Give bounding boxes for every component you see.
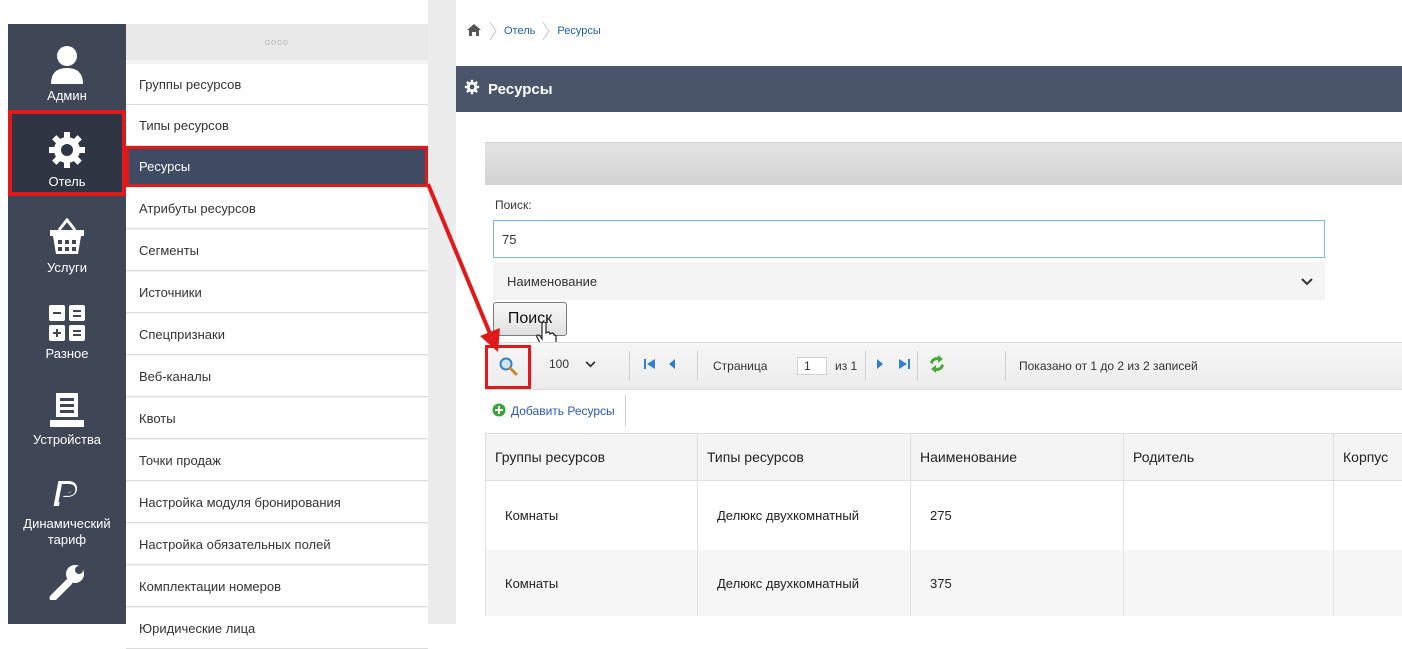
- home-icon[interactable]: [466, 23, 482, 40]
- breadcrumb-separator-icon: [541, 21, 551, 41]
- magnifier-icon: [498, 356, 518, 379]
- column-header[interactable]: Корпус: [1334, 434, 1402, 481]
- wrench-icon: [49, 564, 85, 600]
- rail-label: Услуги: [47, 260, 87, 276]
- pager-divider: [917, 351, 918, 381]
- breadcrumb-separator-icon: [488, 21, 498, 41]
- rail-item-hotel[interactable]: Отель: [8, 110, 126, 196]
- submenu-item[interactable]: Сегменты: [126, 230, 428, 271]
- table-cell: 375: [911, 550, 1124, 616]
- table-cell: Комнаты: [486, 481, 698, 551]
- rail-label: Админ: [47, 88, 87, 104]
- grid-pager: 100 Страница 1 из 1 Показано от 1 до 2 и…: [485, 342, 1402, 390]
- p-logo-icon: PP: [49, 474, 85, 512]
- search-input[interactable]: [493, 220, 1325, 258]
- table-header-row: Группы ресурсов Типы ресурсов Наименован…: [486, 434, 1402, 481]
- submenu-resize-handle[interactable]: oooo: [126, 24, 428, 60]
- table-cell: [1124, 550, 1334, 616]
- add-resource-button[interactable]: Добавить Ресурсы: [485, 395, 626, 427]
- resources-table: Группы ресурсов Типы ресурсов Наименован…: [485, 433, 1402, 616]
- rail-label: Разное: [46, 346, 89, 362]
- basket-icon: [47, 218, 87, 256]
- submenu-item[interactable]: Источники: [126, 272, 428, 313]
- rail-label: Устройства: [33, 432, 101, 448]
- main-nav-rail: Админ Отель Услуги Разное Устройства PP …: [8, 24, 126, 624]
- next-page-icon[interactable]: [875, 357, 885, 374]
- submenu-item-active[interactable]: Ресурсы: [126, 146, 428, 187]
- submenu-item[interactable]: Атрибуты ресурсов: [126, 188, 428, 229]
- breadcrumb-item-hotel[interactable]: Отель: [504, 25, 535, 37]
- printer-icon: [49, 392, 85, 428]
- rail-item-devices[interactable]: Устройства: [8, 368, 126, 454]
- pager-divider: [865, 351, 866, 381]
- page-size-select[interactable]: 100: [549, 357, 596, 371]
- pager-divider: [629, 351, 630, 381]
- rail-item-services[interactable]: Услуги: [8, 196, 126, 282]
- table-cell: Делюкс двухкомнатный: [698, 550, 911, 616]
- gear-icon: [47, 130, 87, 170]
- breadcrumb: Отель Ресурсы: [456, 16, 1402, 46]
- add-resource-label: Добавить Ресурсы: [511, 404, 615, 418]
- submenu-item[interactable]: Группы ресурсов: [126, 64, 428, 105]
- submenu-item[interactable]: Настройка модуля бронирования: [126, 482, 428, 523]
- table-cell: [1334, 550, 1402, 616]
- add-circle-icon: [492, 403, 506, 420]
- pager-search-button[interactable]: [485, 345, 531, 389]
- panel-splitter[interactable]: [428, 0, 456, 624]
- chevron-down-icon: [585, 361, 596, 368]
- search-field-value: Наименование: [507, 274, 597, 289]
- breadcrumb-item-resources[interactable]: Ресурсы: [557, 25, 600, 37]
- table-cell: Комнаты: [486, 550, 698, 616]
- column-header[interactable]: Типы ресурсов: [698, 434, 911, 481]
- pager-divider: [531, 351, 532, 381]
- rail-label: Отель: [48, 174, 85, 190]
- grid-actions-bar: Добавить Ресурсы: [485, 390, 1402, 432]
- submenu-item[interactable]: Спецпризнаки: [126, 314, 428, 355]
- first-page-icon[interactable]: [643, 357, 657, 374]
- page-total: из 1: [835, 359, 857, 373]
- column-header[interactable]: Наименование: [911, 434, 1124, 481]
- rail-item-tools[interactable]: [8, 554, 126, 624]
- submenu-item[interactable]: Веб-каналы: [126, 356, 428, 397]
- records-info: Показано от 1 до 2 из 2 записей: [1019, 359, 1198, 373]
- page-header: Ресурсы: [456, 66, 1402, 112]
- search-field-select[interactable]: Наименование: [493, 262, 1325, 300]
- submenu-item[interactable]: Квоты: [126, 398, 428, 439]
- table-cell: Делюкс двухкомнатный: [698, 481, 911, 551]
- pager-divider: [697, 351, 698, 381]
- user-icon: [50, 44, 84, 84]
- column-header[interactable]: Группы ресурсов: [486, 434, 698, 481]
- submenu-item[interactable]: Настройка обязательных полей: [126, 524, 428, 565]
- search-label: Поиск:: [495, 198, 532, 212]
- gear-icon: [464, 79, 480, 99]
- page-label: Страница: [713, 359, 767, 373]
- pager-divider: [1005, 351, 1006, 381]
- table-row[interactable]: Комнаты Делюкс двухкомнатный 375: [486, 550, 1402, 616]
- svg-text:P: P: [58, 478, 76, 508]
- refresh-icon[interactable]: [927, 355, 947, 376]
- rail-item-admin[interactable]: Админ: [8, 24, 126, 110]
- prev-page-icon[interactable]: [667, 357, 677, 374]
- column-header[interactable]: Родитель: [1124, 434, 1334, 481]
- submenu-item[interactable]: Юридические лица: [126, 608, 428, 649]
- grid-caption-bar: [485, 142, 1402, 185]
- table-cell: [1124, 481, 1334, 551]
- table-cell: [1334, 481, 1402, 551]
- table-cell: 275: [911, 481, 1124, 551]
- table-row[interactable]: Комнаты Делюкс двухкомнатный 275: [486, 481, 1402, 551]
- rail-label: Динамический тариф: [8, 516, 126, 548]
- page-size-value: 100: [549, 357, 569, 371]
- rail-item-misc[interactable]: Разное: [8, 282, 126, 368]
- page-title: Ресурсы: [488, 81, 553, 98]
- submenu-item[interactable]: Точки продаж: [126, 440, 428, 481]
- page-number-input[interactable]: 1: [797, 357, 827, 375]
- rail-item-dynamic-rate[interactable]: PP Динамический тариф: [8, 454, 126, 554]
- submenu: oooo Группы ресурсов Типы ресурсов Ресур…: [126, 24, 428, 624]
- chevron-down-icon: [1301, 274, 1313, 289]
- apps-icon: [48, 304, 86, 342]
- submenu-item[interactable]: Типы ресурсов: [126, 105, 428, 146]
- last-page-icon[interactable]: [897, 357, 911, 374]
- submenu-item[interactable]: Комплектации номеров: [126, 566, 428, 607]
